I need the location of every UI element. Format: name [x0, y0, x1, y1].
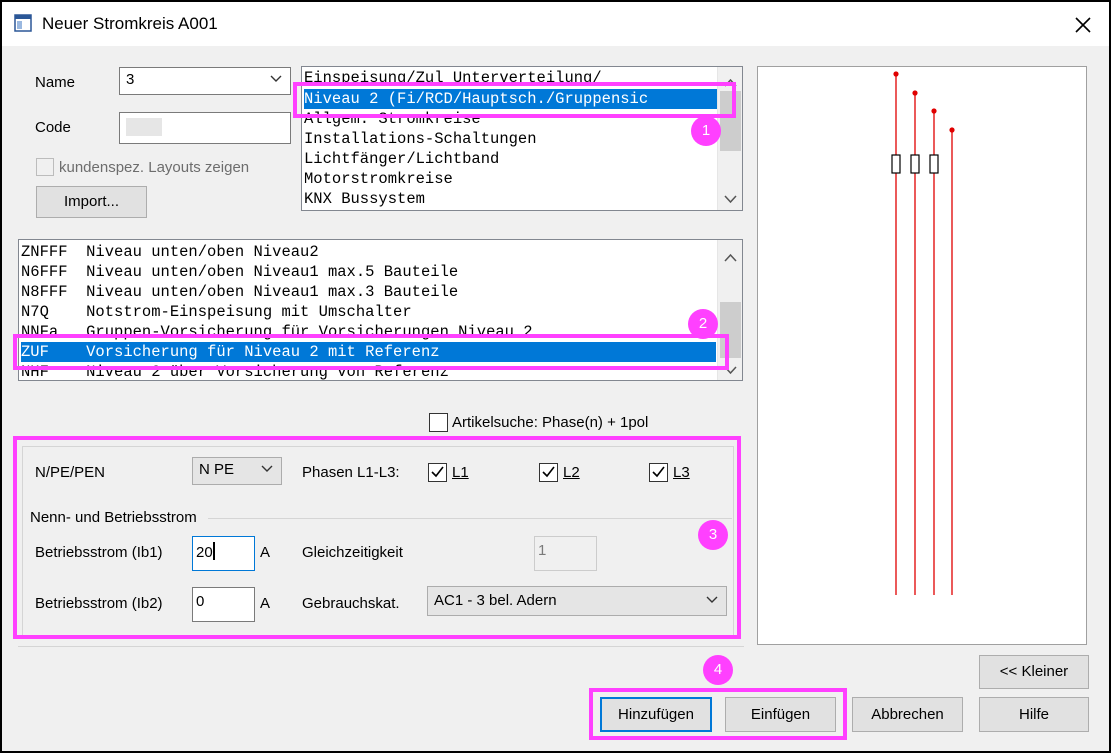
category-item[interactable]: Motorstromkreise: [304, 169, 453, 189]
window-title: Neuer Stromkreis A001: [42, 14, 218, 33]
category-item[interactable]: Lichtfänger/Lichtband: [304, 149, 499, 169]
import-button[interactable]: Import...: [36, 186, 147, 218]
highlight-box-2: [13, 334, 729, 370]
name-combobox[interactable]: 3: [119, 67, 291, 95]
cancel-button[interactable]: Abbrechen: [852, 697, 963, 732]
annotation-badge-3: 3: [698, 520, 728, 550]
layout-item[interactable]: N6FFF Niveau unten/oben Niveau1 max.5 Ba…: [21, 262, 458, 282]
highlight-box-1: [293, 82, 736, 118]
chevron-down-icon: [270, 71, 282, 87]
category-item[interactable]: Installations-Schaltungen: [304, 129, 537, 149]
circuit-preview: [757, 66, 1087, 645]
custom-layouts-checkbox[interactable]: [36, 158, 54, 176]
name-label: Name: [35, 74, 76, 91]
section-separator: [18, 646, 744, 647]
code-label: Code: [35, 119, 71, 136]
code-value-placeholder: [126, 118, 162, 136]
code-field[interactable]: [119, 112, 291, 144]
scroll-down-icon[interactable]: [724, 191, 737, 208]
annotation-badge-1: 1: [691, 116, 721, 146]
window-app-icon: [14, 14, 32, 32]
help-button[interactable]: Hilfe: [979, 697, 1089, 732]
highlight-box-4: [589, 688, 847, 740]
highlight-box-3: [13, 436, 741, 639]
layout-item[interactable]: ZNFFF Niveau unten/oben Niveau2: [21, 242, 319, 262]
name-value: 3: [126, 71, 135, 88]
smaller-button[interactable]: << Kleiner: [979, 655, 1089, 689]
article-search-label: Artikelsuche: Phase(n) + 1pol: [452, 414, 649, 431]
scroll-up-icon[interactable]: [724, 250, 737, 267]
article-search-checkbox[interactable]: [429, 413, 448, 432]
close-icon[interactable]: [1066, 8, 1100, 42]
annotation-badge-2: 2: [688, 309, 718, 339]
custom-layouts-label: kundenspez. Layouts zeigen: [59, 159, 250, 176]
annotation-badge-4: 4: [703, 655, 733, 685]
category-item[interactable]: KNX Bussystem: [304, 189, 425, 209]
circuit-diagram: [891, 71, 955, 595]
layout-item[interactable]: N8FFF Niveau unten/oben Niveau1 max.3 Ba…: [21, 282, 458, 302]
layout-item[interactable]: N7Q Notstrom-Einspeisung mit Umschalter: [21, 302, 412, 322]
